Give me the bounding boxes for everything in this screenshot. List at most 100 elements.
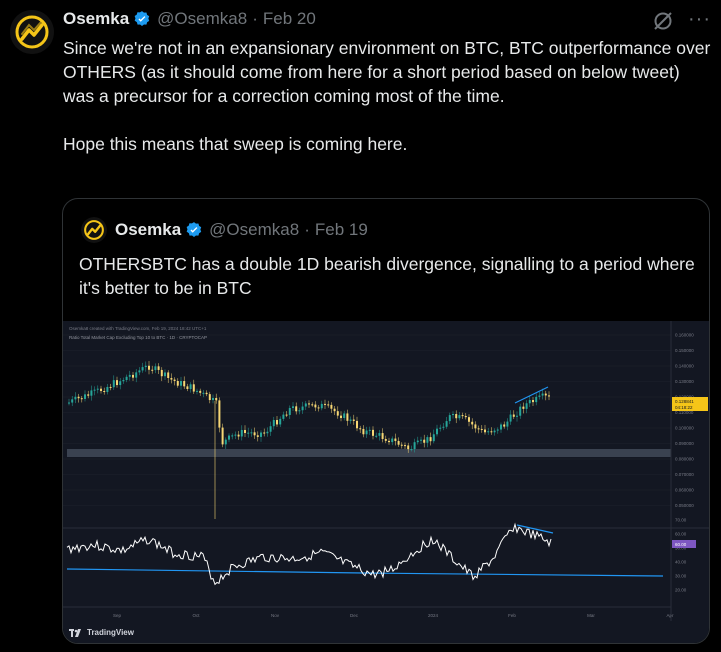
candle-body (167, 372, 170, 379)
candle-body (420, 439, 422, 441)
candle-body (141, 367, 144, 371)
verified-badge-icon (133, 10, 151, 28)
candle-body (324, 403, 326, 405)
rsi-tick-label: 40.00 (675, 560, 687, 565)
candle-body (506, 421, 509, 427)
candle-body (234, 434, 237, 436)
candle-body (247, 432, 250, 434)
candle-body (388, 440, 390, 443)
candle-body (452, 413, 454, 416)
candle-body (279, 418, 282, 425)
candle-body (480, 428, 483, 430)
candle-body (205, 392, 208, 395)
candle-body (314, 404, 317, 408)
tradingview-logo: TradingView (69, 628, 134, 637)
candle-body (400, 444, 403, 446)
candle-body (397, 440, 400, 445)
candle-body (266, 431, 269, 434)
candle-body (548, 395, 550, 397)
candle-body (391, 438, 394, 443)
candle-body (490, 431, 493, 433)
post-date[interactable]: Feb 20 (263, 9, 316, 29)
candle-body (84, 394, 86, 399)
candle-body (423, 439, 426, 443)
candle-body (173, 379, 176, 381)
time-axis-label: 2024 (428, 613, 439, 618)
candle-body (176, 380, 179, 386)
candle-body (240, 429, 243, 437)
price-tick-label: 0.060000 (675, 488, 694, 493)
rsi-line (66, 522, 552, 586)
candle-body (346, 413, 349, 421)
time-axis-label: Apr (666, 613, 674, 618)
more-options-icon[interactable]: ··· (688, 8, 711, 31)
candle-body (416, 440, 419, 443)
candle-body (269, 426, 272, 432)
tweet-header: Osemka @Osemka8 · Feb 20 (63, 9, 316, 29)
candle-body (503, 424, 506, 427)
chart-symbol-line: Ratio Total Market Cap Excluding Top 10 … (69, 335, 207, 340)
time-axis-label: Mar (587, 613, 595, 618)
candle-body (128, 374, 131, 377)
candle-body (439, 427, 442, 429)
rsi-tick-label: 20.00 (675, 588, 687, 593)
candle-body (77, 396, 80, 399)
candle-body (215, 397, 218, 401)
candle-body (359, 428, 362, 430)
author-name[interactable]: Osemka (63, 9, 129, 29)
candle-body (103, 391, 106, 393)
candle-body (276, 420, 278, 425)
candle-body (80, 398, 83, 400)
candle-body (538, 395, 541, 397)
avatar[interactable] (10, 10, 54, 54)
price-tick-label: 0.150000 (675, 348, 694, 353)
quoted-tweet[interactable]: Osemka @Osemka8 · Feb 19 OTHERSBTC has a… (62, 198, 710, 644)
candle-body (256, 435, 259, 437)
price-tick-label: 0.050000 (675, 503, 694, 508)
candle-body (474, 424, 477, 429)
author-handle[interactable]: @Osemka8 (157, 9, 247, 29)
candle-body (157, 366, 160, 370)
candle-body (471, 421, 474, 425)
separator-dot: · (252, 9, 258, 28)
chart-top-line: Osemka8 created with TradingView.com, Fe… (69, 326, 207, 331)
candle-body (90, 390, 93, 396)
grok-icon[interactable] (652, 10, 674, 32)
candle-body (516, 415, 518, 417)
candle-body (112, 380, 115, 388)
candle-body (212, 397, 214, 401)
candle-body (362, 428, 365, 435)
time-axis-label: Oct (192, 613, 200, 618)
candle-body (410, 449, 413, 451)
rsi-tick-label: 30.00 (675, 574, 687, 579)
price-tick-label: 0.070000 (675, 472, 694, 477)
candle-body (522, 406, 525, 409)
candle-body (445, 421, 448, 427)
candle-body (199, 390, 202, 393)
candle-body (336, 411, 339, 416)
time-axis-label: Dec (350, 613, 359, 618)
candle-body (263, 432, 266, 434)
candle-body (151, 369, 154, 371)
candle-body (224, 439, 227, 445)
candle-body (308, 403, 310, 405)
candle-body (183, 381, 186, 387)
candle-body (311, 404, 314, 406)
candle-body (413, 442, 416, 450)
time-axis-label: Feb (508, 613, 516, 618)
candle-body (448, 415, 451, 422)
candle-body (148, 365, 150, 370)
candle-body (378, 433, 381, 436)
candle-body (250, 432, 253, 434)
candle-body (365, 430, 368, 435)
candle-body (122, 380, 125, 382)
price-tick-label: 0.130000 (675, 379, 694, 384)
quoted-author-handle: @Osemka8 (209, 220, 300, 239)
candle-body (394, 438, 397, 441)
chart-image[interactable]: Osemka8 created with TradingView.com, Fe… (63, 321, 709, 643)
candle-body (381, 433, 384, 439)
tradingview-icon (69, 628, 81, 637)
candle-body (541, 393, 544, 396)
candle-body (208, 394, 211, 401)
candle-body (484, 429, 486, 433)
